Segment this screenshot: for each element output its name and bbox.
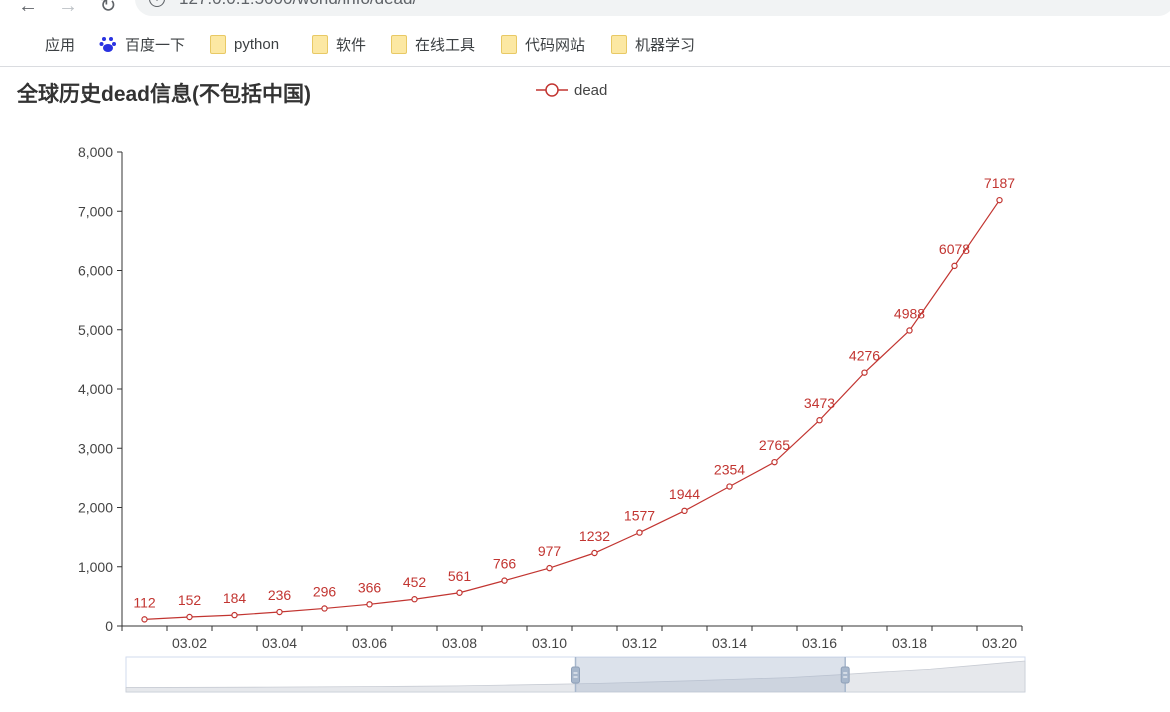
- data-label: 2765: [759, 437, 790, 453]
- bookmark-label: 机器学习: [635, 36, 696, 54]
- data-point[interactable]: [996, 196, 1003, 204]
- data-label: 6078: [939, 241, 970, 257]
- data-point[interactable]: [951, 262, 958, 270]
- data-label: 1232: [579, 528, 610, 544]
- bookmark-baidu[interactable]: 百度一下: [99, 32, 185, 56]
- x-tick-label: 03.16: [802, 635, 837, 651]
- data-point[interactable]: [231, 611, 238, 619]
- data-label: 977: [538, 543, 562, 559]
- data-label: 1944: [669, 486, 700, 502]
- browser-nav-row: ← → ↻ i 127.0.0.1:5000/world/info/dead/: [0, 0, 1170, 20]
- folder-icon: [312, 34, 328, 54]
- address-url[interactable]: 127.0.0.1:5000/world/info/dead/: [179, 0, 417, 9]
- bookmark-label: 代码网站: [525, 36, 586, 54]
- y-tick-label: 0: [105, 618, 113, 634]
- data-point[interactable]: [411, 596, 418, 603]
- data-label: 152: [178, 592, 202, 608]
- bookmark-folder-software[interactable]: 软件: [312, 32, 366, 56]
- folder-icon: [611, 34, 627, 54]
- line-chart[interactable]: dead 0 1,000 2,000 3,000 4,000 5,000 6,000 7,000…: [0, 67, 1170, 712]
- bookmark-label: 应用: [45, 36, 76, 54]
- y-tick-label: 5,000: [78, 322, 113, 338]
- data-point[interactable]: [276, 608, 283, 616]
- data-label: 112: [133, 594, 156, 610]
- back-arrow-icon[interactable]: ←: [16, 0, 40, 18]
- data-point[interactable]: [681, 507, 688, 515]
- data-label: 452: [403, 574, 427, 590]
- bookmark-folder-python[interactable]: python: [210, 32, 279, 56]
- data-label: 4276: [849, 348, 880, 364]
- data-point[interactable]: [636, 529, 643, 536]
- y-tick-label: 2,000: [78, 500, 113, 516]
- data-label: 1577: [624, 508, 655, 524]
- data-label: 3473: [804, 395, 835, 411]
- forward-arrow-icon[interactable]: →: [56, 0, 80, 18]
- x-tick-label: 03.06: [352, 635, 387, 651]
- y-tick-label: 6,000: [78, 263, 113, 279]
- data-zoom-window[interactable]: [575, 657, 846, 692]
- bookmark-label: 在线工具: [415, 36, 476, 54]
- bookmarks-bar: 应用 百度一下 python 软件 在线工具 代码网站 机器学习: [0, 30, 1170, 58]
- bookmark-label: 百度一下: [125, 36, 186, 54]
- data-label: 296: [313, 583, 337, 599]
- data-point[interactable]: [726, 483, 733, 490]
- legend-label-dead[interactable]: dead: [574, 82, 607, 99]
- apps-grid-icon: [19, 35, 37, 53]
- bookmark-folder-code-sites[interactable]: 代码网站: [501, 32, 585, 56]
- address-bar[interactable]: i 127.0.0.1:5000/world/info/dead/: [135, 0, 1170, 16]
- bookmark-apps[interactable]: 应用: [19, 32, 75, 56]
- x-tick-label: 03.18: [892, 635, 927, 651]
- data-label: 561: [448, 568, 472, 584]
- x-tick-label: 03.04: [262, 635, 297, 651]
- data-label: 366: [358, 579, 382, 595]
- data-point[interactable]: [321, 605, 328, 612]
- data-zoom-start-handle[interactable]: [571, 666, 580, 684]
- data-point[interactable]: [366, 601, 373, 608]
- data-label: 184: [223, 590, 247, 606]
- x-tick-label: 03.02: [172, 635, 207, 651]
- folder-icon: [210, 34, 226, 54]
- bookmark-folder-online-tools[interactable]: 在线工具: [391, 32, 475, 56]
- data-label: 4988: [894, 305, 925, 321]
- data-point[interactable]: [546, 564, 553, 572]
- y-tick-label: 7,000: [78, 203, 113, 219]
- folder-icon: [501, 34, 517, 54]
- x-tick-label: 03.14: [712, 635, 747, 651]
- chart-container: 全球历史dead信息(不包括中国) dead 0 1,000 2,000 3,000 4,…: [0, 67, 1170, 712]
- y-tick-label: 8,000: [78, 144, 113, 160]
- y-tick-label: 1,000: [78, 559, 113, 575]
- reload-icon[interactable]: ↻: [96, 0, 120, 18]
- x-tick-label: 03.10: [532, 635, 567, 651]
- data-label: 2354: [714, 462, 745, 478]
- y-tick-label: 4,000: [78, 381, 113, 397]
- x-tick-label: 03.12: [622, 635, 657, 651]
- folder-icon: [391, 34, 407, 54]
- data-point[interactable]: [141, 616, 148, 623]
- bookmark-label: 软件: [336, 36, 367, 54]
- baidu-paw-icon: [99, 35, 117, 53]
- data-point[interactable]: [186, 613, 193, 621]
- legend-marker-symbol[interactable]: [545, 83, 559, 97]
- data-label: 236: [268, 587, 292, 603]
- data-point[interactable]: [501, 577, 508, 584]
- bookmark-folder-machine-learning[interactable]: 机器学习: [611, 32, 695, 56]
- series-line-dead: [144, 199, 1000, 620]
- data-point[interactable]: [456, 589, 463, 596]
- bookmark-label: python: [234, 35, 280, 53]
- data-point[interactable]: [591, 549, 598, 557]
- y-tick-label: 3,000: [78, 440, 113, 456]
- data-point[interactable]: [861, 369, 868, 376]
- data-point[interactable]: [771, 458, 778, 466]
- x-tick-label: 03.20: [982, 635, 1017, 651]
- data-zoom-end-handle[interactable]: [840, 666, 850, 684]
- data-label: 7187: [984, 175, 1015, 191]
- data-point[interactable]: [816, 417, 823, 424]
- data-point[interactable]: [906, 327, 913, 334]
- info-icon[interactable]: i: [149, 0, 165, 7]
- x-tick-label: 03.08: [442, 635, 477, 651]
- browser-chrome: ← → ↻ i 127.0.0.1:5000/world/info/dead/ …: [0, 0, 1170, 67]
- data-label: 766: [493, 556, 517, 572]
